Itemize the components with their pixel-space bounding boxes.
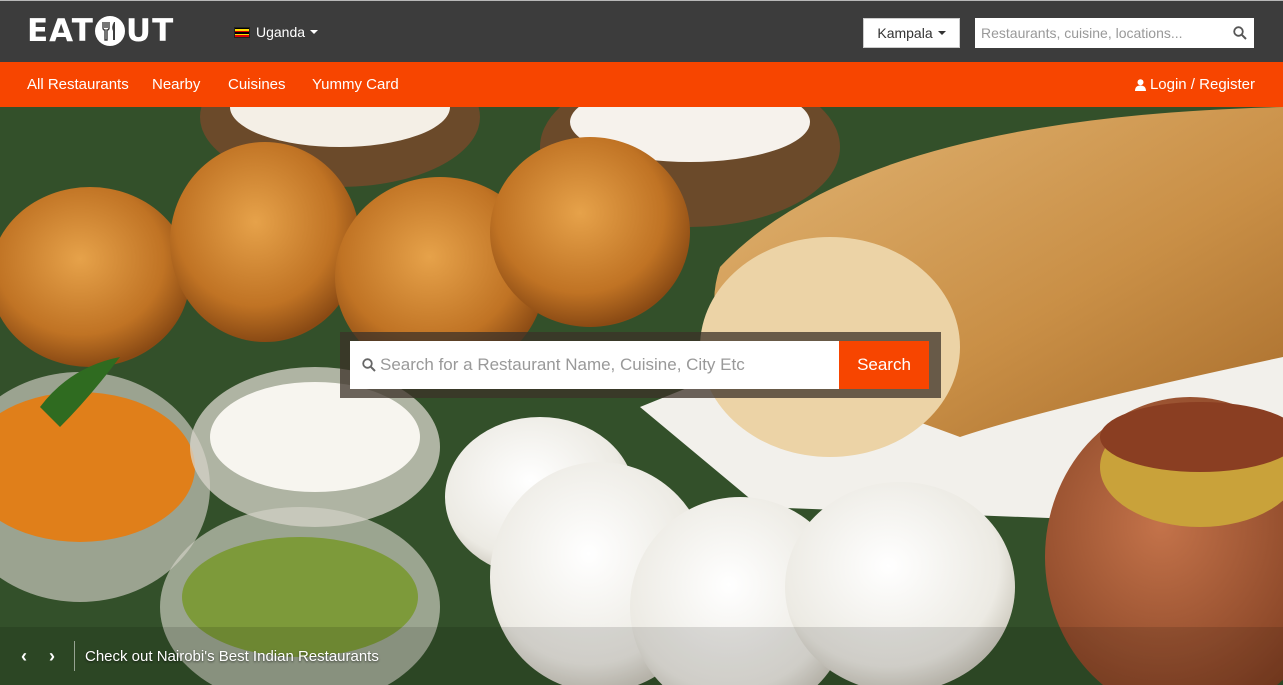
city-label: Kampala — [877, 25, 933, 41]
hero-search-input[interactable] — [380, 342, 839, 388]
nav-nearby[interactable]: Nearby — [152, 62, 200, 107]
uganda-flag-icon — [234, 26, 250, 38]
search-icon[interactable] — [1226, 19, 1254, 47]
header-search — [975, 18, 1254, 48]
country-dropdown[interactable]: Uganda — [234, 24, 319, 40]
chevron-down-icon — [937, 31, 946, 35]
main-nav: All Restaurants Nearby Cuisines Yummy Ca… — [0, 62, 1283, 107]
hero-search-box — [350, 341, 839, 389]
login-label: Login / Register — [1149, 76, 1255, 93]
slider-prev-button[interactable]: ‹ — [10, 642, 38, 670]
logo-text-right: UT — [125, 13, 175, 49]
slider-controls: ‹ › Check out Nairobi's Best Indian Rest… — [0, 640, 379, 672]
fork-knife-icon — [94, 16, 125, 46]
nav-cuisines[interactable]: Cuisines — [228, 62, 286, 107]
search-icon — [350, 358, 380, 372]
slider-next-button[interactable]: › — [38, 642, 66, 670]
city-dropdown[interactable]: Kampala — [863, 18, 960, 48]
user-icon — [1134, 78, 1146, 91]
slider-divider — [74, 641, 75, 671]
eatout-logo[interactable]: EAT UT — [27, 15, 174, 47]
hero-search-button[interactable]: Search — [839, 341, 929, 389]
nav-yummy-card[interactable]: Yummy Card — [312, 62, 399, 107]
country-label: Uganda — [256, 24, 306, 40]
top-header: EAT UT Uganda Kampala — [0, 0, 1283, 62]
logo-text-left: EAT — [27, 13, 94, 49]
login-register-link[interactable]: Login / Register — [1134, 62, 1255, 107]
nav-all-restaurants[interactable]: All Restaurants — [27, 62, 129, 107]
slide-caption[interactable]: Check out Nairobi's Best Indian Restaura… — [85, 648, 379, 665]
header-search-input[interactable] — [975, 19, 1226, 47]
chevron-down-icon — [310, 30, 319, 34]
